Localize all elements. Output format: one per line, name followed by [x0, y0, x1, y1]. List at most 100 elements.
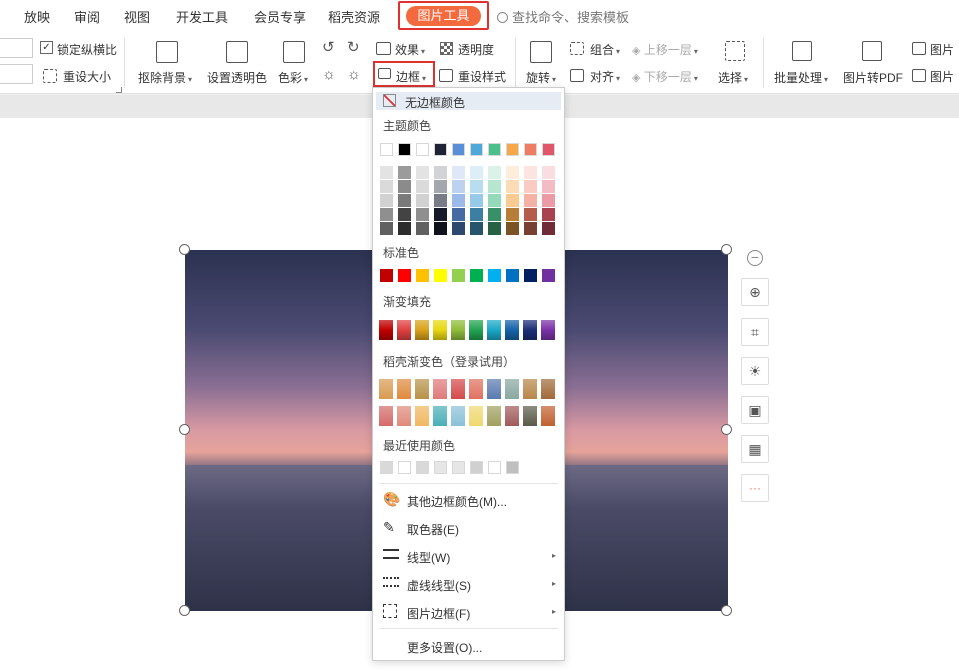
- theme-color-swatch[interactable]: [416, 180, 429, 193]
- theme-color-swatch[interactable]: [452, 208, 465, 221]
- theme-color-swatch[interactable]: [452, 222, 465, 235]
- theme-color-swatch[interactable]: [524, 180, 537, 193]
- theme-color-swatch[interactable]: [524, 143, 537, 156]
- theme-color-swatch[interactable]: [542, 166, 555, 179]
- docer-gradient-swatch[interactable]: [451, 406, 465, 426]
- resize-handle-tr[interactable]: [721, 244, 732, 255]
- theme-color-swatch[interactable]: [380, 222, 393, 235]
- docer-gradient-swatch[interactable]: [451, 379, 465, 399]
- docer-gradient-swatch[interactable]: [397, 379, 411, 399]
- tab-slideshow[interactable]: 放映: [24, 7, 50, 26]
- resize-handle-mr[interactable]: [721, 424, 732, 435]
- theme-color-swatch[interactable]: [470, 180, 483, 193]
- theme-color-swatch[interactable]: [524, 222, 537, 235]
- docer-gradient-swatch[interactable]: [415, 406, 429, 426]
- select-button[interactable]: 选择 ▾: [718, 69, 748, 86]
- theme-color-swatch[interactable]: [488, 194, 501, 207]
- docer-gradient-swatch[interactable]: [505, 379, 519, 399]
- theme-color-swatch[interactable]: [524, 208, 537, 221]
- effects-button[interactable]: 效果 ▾: [395, 41, 425, 58]
- dialog-launcher-icon[interactable]: [116, 87, 122, 93]
- docer-gradient-swatch[interactable]: [541, 406, 555, 426]
- theme-color-swatch[interactable]: [488, 222, 501, 235]
- theme-color-swatch[interactable]: [488, 143, 501, 156]
- theme-color-swatch[interactable]: [470, 194, 483, 207]
- picture-b-button[interactable]: 图片: [930, 68, 954, 85]
- theme-color-swatch[interactable]: [542, 143, 555, 156]
- tab-docer-resources[interactable]: 稻壳资源: [328, 7, 380, 26]
- theme-color-swatch[interactable]: [434, 166, 447, 179]
- docer-gradient-swatch[interactable]: [379, 379, 393, 399]
- picture-border-item[interactable]: 图片边框(F) ▸: [373, 600, 564, 624]
- standard-color-swatch[interactable]: [542, 269, 555, 282]
- theme-color-swatch[interactable]: [398, 208, 411, 221]
- more-icon[interactable]: ···: [741, 474, 769, 502]
- theme-color-swatch[interactable]: [380, 194, 393, 207]
- tab-review[interactable]: 审阅: [74, 7, 100, 26]
- height-input[interactable]: [0, 38, 33, 58]
- theme-color-swatch[interactable]: [524, 194, 537, 207]
- gradient-swatch[interactable]: [487, 320, 501, 340]
- theme-color-swatch[interactable]: [452, 166, 465, 179]
- theme-color-swatch[interactable]: [398, 194, 411, 207]
- recent-color-swatch[interactable]: [380, 461, 393, 474]
- theme-color-swatch[interactable]: [542, 222, 555, 235]
- gradient-swatch[interactable]: [451, 320, 465, 340]
- eyedropper-item[interactable]: ✎ 取色器(E): [373, 516, 564, 540]
- docer-gradient-swatch[interactable]: [469, 379, 483, 399]
- standard-color-swatch[interactable]: [398, 269, 411, 282]
- theme-color-swatch[interactable]: [506, 166, 519, 179]
- reset-size-button[interactable]: 重设大小: [63, 68, 111, 85]
- recent-color-swatch[interactable]: [470, 461, 483, 474]
- reset-style-button[interactable]: 重设样式: [458, 68, 506, 85]
- theme-color-swatch[interactable]: [434, 222, 447, 235]
- tab-picture-tools[interactable]: 图片工具: [398, 1, 489, 30]
- theme-color-swatch[interactable]: [380, 166, 393, 179]
- theme-color-swatch[interactable]: [542, 194, 555, 207]
- theme-color-swatch[interactable]: [434, 143, 447, 156]
- gradient-swatch[interactable]: [505, 320, 519, 340]
- lightbulb-icon[interactable]: ☀: [741, 357, 769, 385]
- picture-a-button[interactable]: 图片: [930, 41, 954, 58]
- resize-handle-tl[interactable]: [179, 244, 190, 255]
- standard-color-swatch[interactable]: [524, 269, 537, 282]
- theme-color-swatch[interactable]: [380, 208, 393, 221]
- group-button[interactable]: 组合 ▾: [590, 41, 620, 58]
- recent-color-swatch[interactable]: [416, 461, 429, 474]
- theme-color-swatch[interactable]: [524, 166, 537, 179]
- theme-color-swatch[interactable]: [506, 208, 519, 221]
- standard-color-swatch[interactable]: [506, 269, 519, 282]
- docer-gradient-swatch[interactable]: [505, 406, 519, 426]
- rotate-button[interactable]: 旋转 ▾: [526, 69, 556, 86]
- theme-color-swatch[interactable]: [506, 180, 519, 193]
- more-settings-item[interactable]: 更多设置(O)...: [373, 634, 564, 658]
- theme-color-swatch[interactable]: [506, 143, 519, 156]
- theme-color-swatch[interactable]: [416, 222, 429, 235]
- docer-gradient-swatch[interactable]: [433, 379, 447, 399]
- width-input[interactable]: [0, 64, 33, 84]
- recent-color-swatch[interactable]: [398, 461, 411, 474]
- resize-handle-br[interactable]: [721, 605, 732, 616]
- line-type-item[interactable]: 线型(W) ▸: [373, 544, 564, 568]
- theme-color-swatch[interactable]: [398, 180, 411, 193]
- standard-color-swatch[interactable]: [416, 269, 429, 282]
- resize-handle-bl[interactable]: [179, 605, 190, 616]
- standard-color-swatch[interactable]: [470, 269, 483, 282]
- theme-color-swatch[interactable]: [416, 166, 429, 179]
- docer-gradient-swatch[interactable]: [487, 406, 501, 426]
- theme-color-swatch[interactable]: [506, 194, 519, 207]
- standard-color-swatch[interactable]: [452, 269, 465, 282]
- gradient-swatch[interactable]: [433, 320, 447, 340]
- docer-gradient-swatch[interactable]: [541, 379, 555, 399]
- remove-bg-button[interactable]: 抠除背景 ▾: [138, 69, 192, 86]
- rotate-right-icon[interactable]: ↻: [347, 38, 360, 56]
- dash-type-item[interactable]: 虚线线型(S) ▸: [373, 572, 564, 596]
- collapse-icon[interactable]: −: [747, 250, 763, 266]
- docer-gradient-swatch[interactable]: [415, 379, 429, 399]
- theme-color-swatch[interactable]: [488, 166, 501, 179]
- docer-gradient-swatch[interactable]: [487, 379, 501, 399]
- theme-color-swatch[interactable]: [434, 194, 447, 207]
- recent-color-swatch[interactable]: [488, 461, 501, 474]
- theme-color-swatch[interactable]: [434, 208, 447, 221]
- brightness-down-icon[interactable]: ☼: [347, 66, 361, 83]
